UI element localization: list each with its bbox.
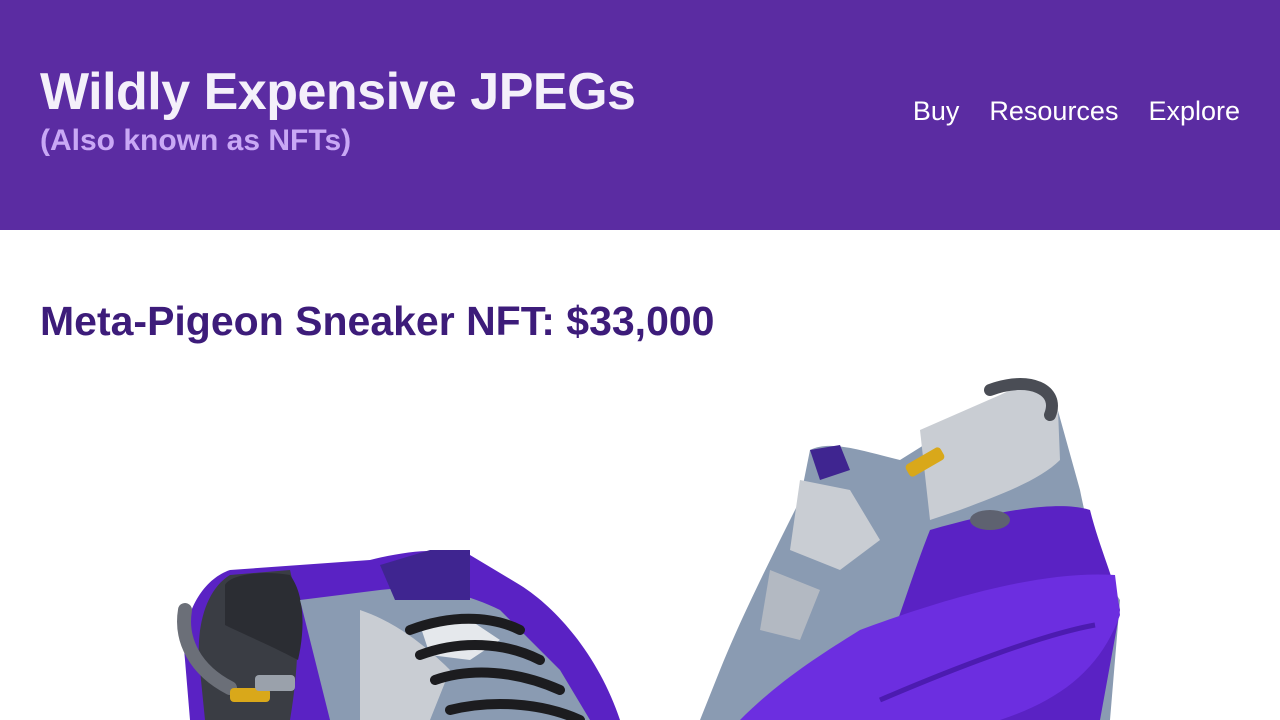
left-sneaker — [177, 550, 620, 720]
site-header: Wildly Expensive JPEGs (Also known as NF… — [0, 0, 1280, 230]
nav-link-explore[interactable]: Explore — [1148, 96, 1240, 127]
nav-link-resources[interactable]: Resources — [989, 96, 1118, 127]
right-sneaker — [700, 378, 1120, 720]
main-nav: Buy Resources Explore — [913, 96, 1240, 127]
product-title: Meta-Pigeon Sneaker NFT: $33,000 — [40, 298, 715, 344]
nav-link-buy[interactable]: Buy — [913, 96, 960, 127]
site-subtitle: (Also known as NFTs) — [40, 124, 352, 157]
site-title: Wildly Expensive JPEGs — [40, 63, 636, 121]
sneaker-image — [177, 378, 1120, 720]
